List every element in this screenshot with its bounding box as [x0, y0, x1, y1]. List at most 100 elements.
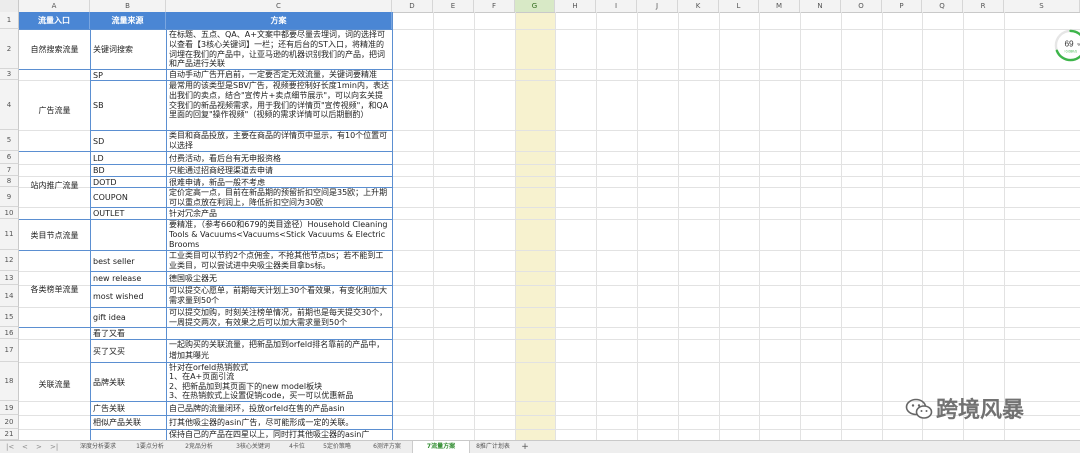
cell-b8[interactable]: DOTD [91, 177, 166, 187]
tab-traffic-plan[interactable]: 7流量方案 [412, 441, 470, 453]
tab-pricing[interactable]: 5定价策略 [312, 441, 362, 453]
first-sheet-icon[interactable]: |< [6, 441, 14, 453]
tab-position[interactable]: 4卡位 [282, 441, 312, 453]
tab-promotion-schedule[interactable]: 8推广计划表 [468, 441, 518, 453]
cell-c11[interactable]: 要精准，（参考660和679的类目途径）Household Cleaning T… [167, 220, 392, 250]
cell-a3[interactable]: 广告流量 [19, 70, 90, 151]
cell-a16[interactable]: 关联流量 [19, 328, 90, 440]
prev-sheet-icon[interactable]: < [22, 441, 28, 453]
cell-c15[interactable]: 可以提交加购，时刻关注榜单情况，前期也是每天提交30个，一周提交两次，有效果之后… [167, 308, 392, 327]
cell-c6[interactable]: 付费活动，看后台有无申报资格 [167, 152, 392, 164]
column-header-n[interactable]: N [800, 0, 841, 12]
column-header-p[interactable]: P [882, 0, 922, 12]
cell-a11[interactable]: 类目节点流量 [19, 220, 90, 250]
cell-c4[interactable]: 最常用的该类型是SBV广告，视频要控制好长度1min内，表达出我们的卖点，结合"… [167, 81, 392, 130]
row-header-7[interactable]: 7 [0, 164, 19, 176]
row-header-6[interactable]: 6 [0, 151, 19, 164]
cell-b9[interactable]: COUPON [91, 188, 166, 207]
cell-b3[interactable]: SP [91, 70, 166, 80]
row-header-10[interactable]: 10 [0, 207, 19, 219]
select-all-corner[interactable] [0, 0, 19, 12]
cell-c2[interactable]: 在标题、五点、QA、A+文案中都要尽量去埋词，词的选择可以查看【3核心关键词】一… [167, 30, 392, 69]
row-header-8[interactable]: 8 [0, 176, 19, 187]
cell-c3[interactable]: 自动手动广告开启前，一定要否定无效流量，关键词要精准 [167, 70, 392, 80]
cell-b2[interactable]: 关键词搜索 [91, 30, 166, 69]
row-header-9[interactable]: 9 [0, 187, 19, 207]
row-header-17[interactable]: 17 [0, 339, 19, 362]
cell-c12[interactable]: 工业类目可以节约2个点佣金，不抢其他节点bs；若不能到工业类目，可以尝试进中央吸… [167, 251, 392, 271]
column-header-m[interactable]: M [759, 0, 800, 12]
column-header-a[interactable]: A [19, 0, 90, 12]
cell-b6[interactable]: LD [91, 152, 166, 164]
cell-b20[interactable]: 相似产品关联 [91, 416, 166, 429]
cell-b10[interactable]: OUTLET [91, 208, 166, 219]
row-header-13[interactable]: 13 [0, 271, 19, 285]
row-header-18[interactable]: 18 [0, 362, 19, 401]
next-sheet-icon[interactable]: > [36, 441, 42, 453]
cell-b13[interactable]: new release [91, 272, 166, 285]
column-header-s[interactable]: S [1004, 0, 1080, 12]
cell-c19[interactable]: 自己品牌的流量闭环，投放orfeld在售的产品asin [167, 402, 392, 415]
column-header-d[interactable]: D [392, 0, 433, 12]
cell-c16[interactable] [167, 328, 392, 339]
row-header-16[interactable]: 16 [0, 327, 19, 339]
cell-b7[interactable]: BD [91, 165, 166, 176]
column-header-i[interactable]: I [596, 0, 637, 12]
cell-c21[interactable]: 保持自己的产品在四星以上，同时打其他吸尘器的asin广 [167, 430, 392, 440]
column-header-o[interactable]: O [841, 0, 882, 12]
row-header-11[interactable]: 11 [0, 219, 19, 250]
column-header-e[interactable]: E [433, 0, 474, 12]
header-plan[interactable]: 方案 [166, 12, 392, 29]
row-header-20[interactable]: 20 [0, 415, 19, 429]
row-header-5[interactable]: 5 [0, 130, 19, 151]
row-header-1[interactable]: 1 [0, 12, 19, 29]
cell-a12[interactable]: 各类榜单流量 [19, 251, 90, 327]
cell-a6[interactable]: 站内推广流量 [19, 152, 90, 219]
cell-a2[interactable]: 自然搜索流量 [19, 30, 90, 69]
cell-c20[interactable]: 打其他吸尘器的asin广告，尽可能形成一定的关联。 [167, 416, 392, 429]
cell-c14[interactable]: 可以提交心愿单，前期每天计划上30个看效果，有变化則加大需求量到50个 [167, 286, 392, 307]
column-header-g[interactable]: G [515, 0, 555, 12]
tab-deep-analysis[interactable]: 深度分析要求 [70, 441, 126, 453]
row-header-15[interactable]: 15 [0, 307, 19, 327]
cell-b16[interactable]: 看了又看 [91, 328, 166, 339]
tab-key-points[interactable]: 1要点分析 [126, 441, 174, 453]
column-header-j[interactable]: J [637, 0, 678, 12]
cell-c7[interactable]: 只能通过招商经理渠道去申请 [167, 165, 392, 176]
cell-c9[interactable]: 定价定高一点，目前在新品期的预留折扣空间是35欧；上升期可以重点放在利润上，降低… [167, 188, 392, 207]
cell-b4[interactable]: SB [91, 81, 166, 130]
row-header-4[interactable]: 4 [0, 80, 19, 130]
row-header-2[interactable]: 2 [0, 29, 19, 69]
cell-b15[interactable]: gift idea [91, 308, 166, 327]
add-sheet-button[interactable]: + [518, 441, 532, 453]
cell-b14[interactable]: most wished [91, 286, 166, 307]
column-header-f[interactable]: F [474, 0, 515, 12]
row-header-14[interactable]: 14 [0, 285, 19, 307]
column-header-h[interactable]: H [555, 0, 596, 12]
cell-c17[interactable]: 一起购买的关联流量，把新品加到orfeld排名靠前的产品中，增加其曝光 [167, 340, 392, 362]
cpu-gauge[interactable]: 69 % ↑0.08K/s [1053, 28, 1080, 63]
row-header-3[interactable]: 3 [0, 69, 19, 80]
cell-c10[interactable]: 针对冗余产品 [167, 208, 392, 219]
tab-competitor[interactable]: 2竞品分析 [174, 441, 224, 453]
row-header-12[interactable]: 12 [0, 250, 19, 271]
cell-c8[interactable]: 很难申请，新品一般不考虑 [167, 177, 392, 187]
cell-b5[interactable]: SD [91, 131, 166, 151]
tab-review-plan[interactable]: 6测评方案 [362, 441, 412, 453]
cell-b18[interactable]: 品牌关联 [91, 363, 166, 401]
cell-c5[interactable]: 类目和商品投放，主要在商品的详情页中显示，有10个位置可以选择 [167, 131, 392, 151]
row-header-19[interactable]: 19 [0, 401, 19, 415]
header-traffic-entry[interactable]: 流量入口 [19, 12, 90, 29]
cell-b19[interactable]: 广告关联 [91, 402, 166, 415]
column-header-r[interactable]: R [963, 0, 1004, 12]
header-traffic-source[interactable]: 流量来源 [90, 12, 166, 29]
cell-c13[interactable]: 德国吸尘器无 [167, 272, 392, 285]
column-header-c[interactable]: C [166, 0, 392, 12]
column-header-q[interactable]: Q [922, 0, 963, 12]
column-header-k[interactable]: K [678, 0, 719, 12]
cell-c18[interactable]: 针对在orfeld热销款式 1、在A+页面引流 2、把新品加到其页面下的new … [167, 363, 392, 401]
tab-core-keywords[interactable]: 3核心关键词 [224, 441, 282, 453]
row-header-21[interactable]: 21 [0, 429, 19, 440]
last-sheet-icon[interactable]: >| [50, 441, 58, 453]
cell-b12[interactable]: best seller [91, 251, 166, 271]
